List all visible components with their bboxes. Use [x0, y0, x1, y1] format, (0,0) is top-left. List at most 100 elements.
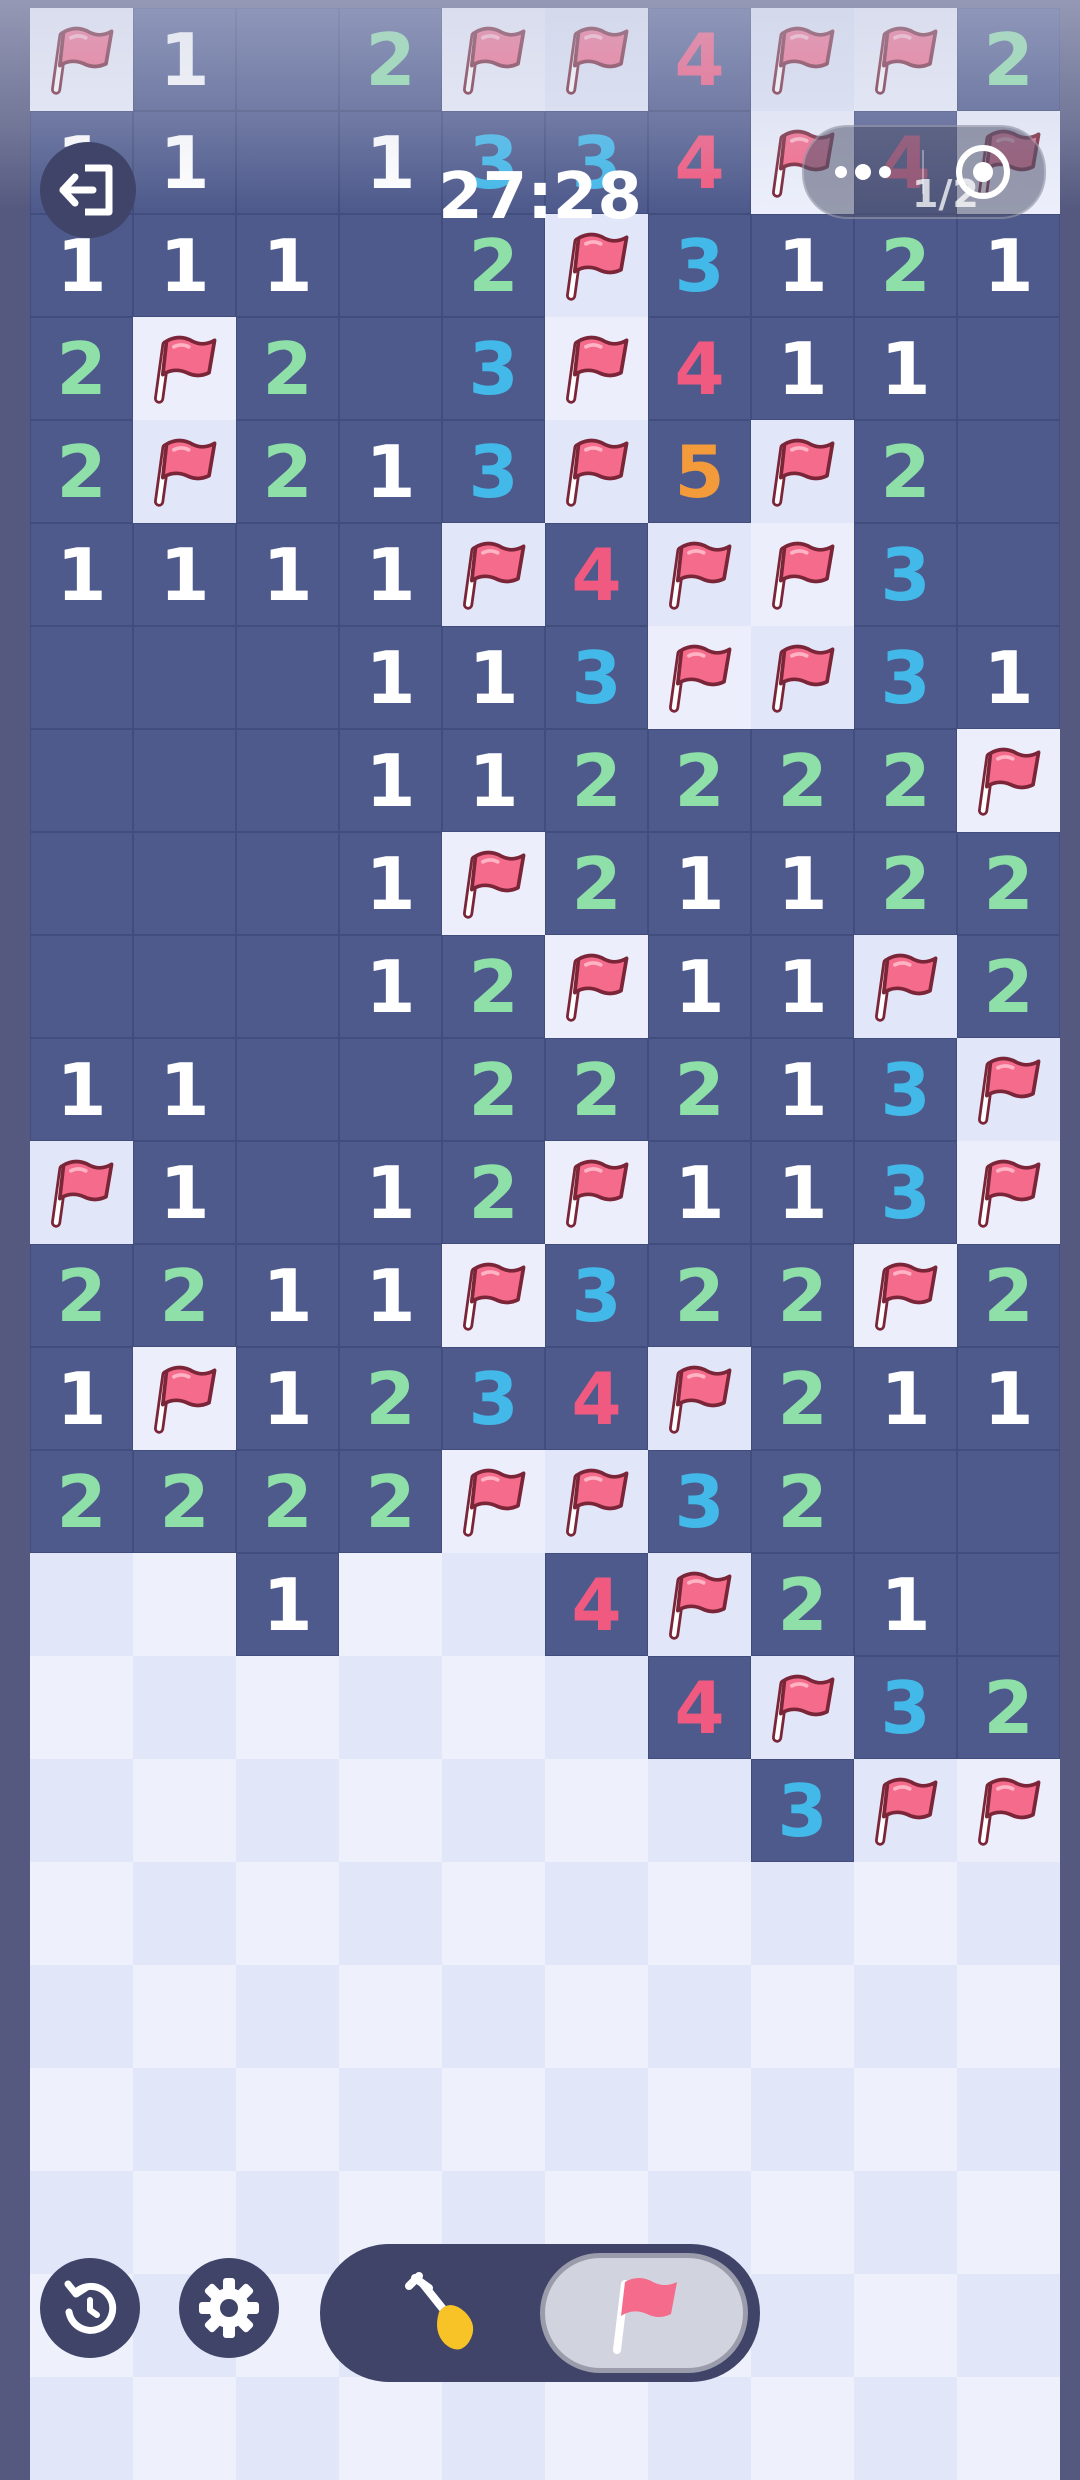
- number-cell[interactable]: 4: [545, 1347, 648, 1450]
- number-cell[interactable]: 1: [751, 214, 854, 317]
- flagged-cell[interactable]: [545, 935, 648, 1038]
- number-cell[interactable]: 1: [30, 1347, 133, 1450]
- empty-cell[interactable]: [133, 832, 236, 935]
- number-cell[interactable]: 2: [751, 729, 854, 832]
- number-cell[interactable]: 3: [854, 1038, 957, 1141]
- flagged-cell[interactable]: [648, 523, 751, 626]
- number-cell[interactable]: 2: [442, 1038, 545, 1141]
- empty-cell[interactable]: [957, 1553, 1060, 1656]
- covered-cell[interactable]: [339, 2377, 442, 2480]
- covered-cell[interactable]: [854, 1965, 957, 2068]
- empty-cell[interactable]: [133, 729, 236, 832]
- covered-cell[interactable]: [30, 1759, 133, 1862]
- number-cell[interactable]: 1: [854, 317, 957, 420]
- covered-cell[interactable]: [133, 1759, 236, 1862]
- flagged-cell[interactable]: [854, 1759, 957, 1862]
- number-cell[interactable]: 2: [751, 1450, 854, 1553]
- number-cell[interactable]: 2: [854, 214, 957, 317]
- number-cell[interactable]: 1: [957, 214, 1060, 317]
- covered-cell[interactable]: [854, 1862, 957, 1965]
- number-cell[interactable]: 3: [854, 1656, 957, 1759]
- more-button[interactable]: [804, 127, 922, 217]
- empty-cell[interactable]: [339, 1038, 442, 1141]
- empty-cell[interactable]: [957, 317, 1060, 420]
- covered-cell[interactable]: [442, 1656, 545, 1759]
- flagged-cell[interactable]: [133, 420, 236, 523]
- number-cell[interactable]: 3: [442, 420, 545, 523]
- number-cell[interactable]: 3: [545, 1244, 648, 1347]
- covered-cell[interactable]: [442, 1965, 545, 2068]
- number-cell[interactable]: 1: [339, 1141, 442, 1244]
- number-cell[interactable]: 1: [648, 832, 751, 935]
- empty-cell[interactable]: [957, 420, 1060, 523]
- flagged-cell[interactable]: [854, 8, 957, 111]
- number-cell[interactable]: 1: [339, 626, 442, 729]
- number-cell[interactable]: 2: [957, 832, 1060, 935]
- number-cell[interactable]: 3: [854, 1141, 957, 1244]
- number-cell[interactable]: 3: [648, 1450, 751, 1553]
- number-cell[interactable]: 2: [545, 832, 648, 935]
- covered-cell[interactable]: [30, 2377, 133, 2480]
- number-cell[interactable]: 4: [545, 523, 648, 626]
- covered-cell[interactable]: [133, 2377, 236, 2480]
- covered-cell[interactable]: [30, 1553, 133, 1656]
- covered-cell[interactable]: [545, 1862, 648, 1965]
- number-cell[interactable]: 2: [648, 1038, 751, 1141]
- flagged-cell[interactable]: [545, 317, 648, 420]
- covered-cell[interactable]: [133, 1553, 236, 1656]
- covered-cell[interactable]: [854, 2068, 957, 2171]
- covered-cell[interactable]: [236, 2171, 339, 2274]
- settings-button[interactable]: [179, 2258, 279, 2358]
- number-cell[interactable]: 2: [545, 1038, 648, 1141]
- number-cell[interactable]: 2: [442, 935, 545, 1038]
- mode-toggle[interactable]: [320, 2244, 760, 2382]
- empty-cell[interactable]: [236, 1038, 339, 1141]
- flagged-cell[interactable]: [442, 1450, 545, 1553]
- covered-cell[interactable]: [236, 1656, 339, 1759]
- number-cell[interactable]: 2: [339, 1450, 442, 1553]
- number-cell[interactable]: 2: [30, 1450, 133, 1553]
- number-cell[interactable]: 2: [854, 832, 957, 935]
- covered-cell[interactable]: [648, 1965, 751, 2068]
- empty-cell[interactable]: [30, 729, 133, 832]
- number-cell[interactable]: 1: [957, 626, 1060, 729]
- number-cell[interactable]: 2: [957, 935, 1060, 1038]
- number-cell[interactable]: 1: [648, 935, 751, 1038]
- number-cell[interactable]: 1: [854, 1553, 957, 1656]
- covered-cell[interactable]: [751, 1862, 854, 1965]
- covered-cell[interactable]: [957, 1862, 1060, 1965]
- covered-cell[interactable]: [133, 1862, 236, 1965]
- number-cell[interactable]: 1: [751, 832, 854, 935]
- covered-cell[interactable]: [339, 1759, 442, 1862]
- exit-button[interactable]: [40, 142, 136, 238]
- flagged-cell[interactable]: [30, 1141, 133, 1244]
- number-cell[interactable]: 1: [339, 1244, 442, 1347]
- number-cell[interactable]: 2: [442, 1141, 545, 1244]
- covered-cell[interactable]: [236, 1965, 339, 2068]
- empty-cell[interactable]: [957, 1450, 1060, 1553]
- number-cell[interactable]: 2: [957, 8, 1060, 111]
- covered-cell[interactable]: [751, 1965, 854, 2068]
- number-cell[interactable]: 2: [854, 420, 957, 523]
- empty-cell[interactable]: [236, 729, 339, 832]
- number-cell[interactable]: 2: [957, 1656, 1060, 1759]
- number-cell[interactable]: 1: [442, 729, 545, 832]
- number-cell[interactable]: 2: [545, 729, 648, 832]
- number-cell[interactable]: 2: [236, 317, 339, 420]
- flagged-cell[interactable]: [442, 832, 545, 935]
- covered-cell[interactable]: [236, 2068, 339, 2171]
- number-cell[interactable]: 1: [236, 523, 339, 626]
- number-cell[interactable]: 2: [133, 1244, 236, 1347]
- covered-cell[interactable]: [751, 2171, 854, 2274]
- flagged-cell[interactable]: [957, 1038, 1060, 1141]
- flagged-cell[interactable]: [442, 523, 545, 626]
- number-cell[interactable]: 3: [751, 1759, 854, 1862]
- flagged-cell[interactable]: [133, 317, 236, 420]
- empty-cell[interactable]: [957, 523, 1060, 626]
- number-cell[interactable]: 4: [545, 1553, 648, 1656]
- flagged-cell[interactable]: [957, 1141, 1060, 1244]
- number-cell[interactable]: 2: [854, 729, 957, 832]
- covered-cell[interactable]: [957, 2274, 1060, 2377]
- number-cell[interactable]: 2: [133, 1450, 236, 1553]
- number-cell[interactable]: 2: [30, 420, 133, 523]
